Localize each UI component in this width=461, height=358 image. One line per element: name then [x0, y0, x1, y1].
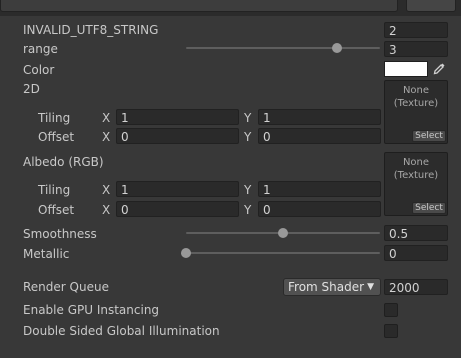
albedo-tiling-label: Tiling: [38, 183, 71, 197]
texture-2d-placeholder: None (Texture): [393, 85, 439, 109]
tex2d-tiling-y-field[interactable]: 1: [258, 109, 381, 125]
texture-slot-albedo[interactable]: None (Texture) Select: [384, 152, 448, 216]
header-strip: [0, 0, 461, 16]
offset-x-axis-label: X: [102, 130, 111, 144]
color-label: Color: [23, 63, 55, 77]
texture-albedo-select-button[interactable]: Select: [412, 202, 446, 214]
tex2d-tiling-x-field[interactable]: 1: [116, 109, 239, 125]
albedo-tiling-x-axis-label: X: [102, 183, 111, 197]
invalid-utf8-label: INVALID_UTF8_STRING: [23, 23, 159, 37]
range-field[interactable]: 3: [384, 41, 448, 57]
texture-slot-2d[interactable]: None (Texture) Select: [384, 80, 448, 144]
tex2d-offset-y-field[interactable]: 0: [258, 128, 381, 144]
smoothness-slider-thumb[interactable]: [278, 228, 288, 238]
albedo-tiling-x-field[interactable]: 1: [116, 181, 239, 197]
tiling-label: Tiling: [38, 111, 71, 125]
offset-label: Offset: [38, 130, 75, 144]
render-queue-mode: From Shader: [288, 280, 365, 294]
metallic-slider-thumb[interactable]: [181, 248, 191, 258]
albedo-offset-label: Offset: [38, 203, 75, 217]
metallic-field[interactable]: 0: [384, 245, 448, 261]
texture-2d-select-button[interactable]: Select: [412, 130, 446, 142]
double-sided-gi-label: Double Sided Global Illumination: [23, 324, 220, 338]
albedo-tiling-y-field[interactable]: 1: [258, 181, 381, 197]
gpu-instancing-checkbox[interactable]: [384, 303, 398, 317]
gpu-instancing-label: Enable GPU Instancing: [23, 303, 160, 317]
albedo-tiling-y-axis-label: Y: [244, 183, 252, 197]
tiling-y-axis-label: Y: [244, 111, 252, 125]
double-sided-gi-checkbox[interactable]: [384, 324, 398, 338]
shader-selector[interactable]: [0, 0, 398, 12]
albedo-offset-x-field[interactable]: 0: [116, 201, 239, 217]
albedo-offset-y-axis-label: Y: [244, 203, 252, 217]
metallic-slider-track[interactable]: [186, 252, 380, 254]
range-label: range: [23, 42, 58, 56]
albedo-offset-x-axis-label: X: [102, 203, 111, 217]
range-slider-track[interactable]: [186, 47, 380, 49]
render-queue-label: Render Queue: [23, 280, 109, 294]
texture-albedo-placeholder: None (Texture): [393, 157, 439, 181]
section-2d-label: 2D: [23, 82, 40, 96]
albedo-offset-y-field[interactable]: 0: [258, 201, 381, 217]
render-queue-dropdown[interactable]: From Shader ▼: [283, 278, 381, 296]
albedo-label: Albedo (RGB): [23, 155, 104, 169]
eyedropper-icon[interactable]: [431, 61, 447, 77]
smoothness-field[interactable]: 0.5: [384, 225, 448, 241]
render-queue-field[interactable]: 2000: [384, 279, 448, 295]
offset-y-axis-label: Y: [244, 130, 252, 144]
metallic-label: Metallic: [23, 247, 70, 261]
triangle-down-icon: ▼: [367, 282, 374, 292]
color-swatch[interactable]: [384, 61, 428, 77]
range-slider-thumb[interactable]: [332, 43, 343, 53]
smoothness-label: Smoothness: [23, 227, 97, 241]
edit-button[interactable]: [406, 0, 456, 12]
tex2d-offset-x-field[interactable]: 0: [116, 128, 239, 144]
tiling-x-axis-label: X: [102, 111, 111, 125]
invalid-utf8-field[interactable]: 2: [384, 22, 448, 38]
